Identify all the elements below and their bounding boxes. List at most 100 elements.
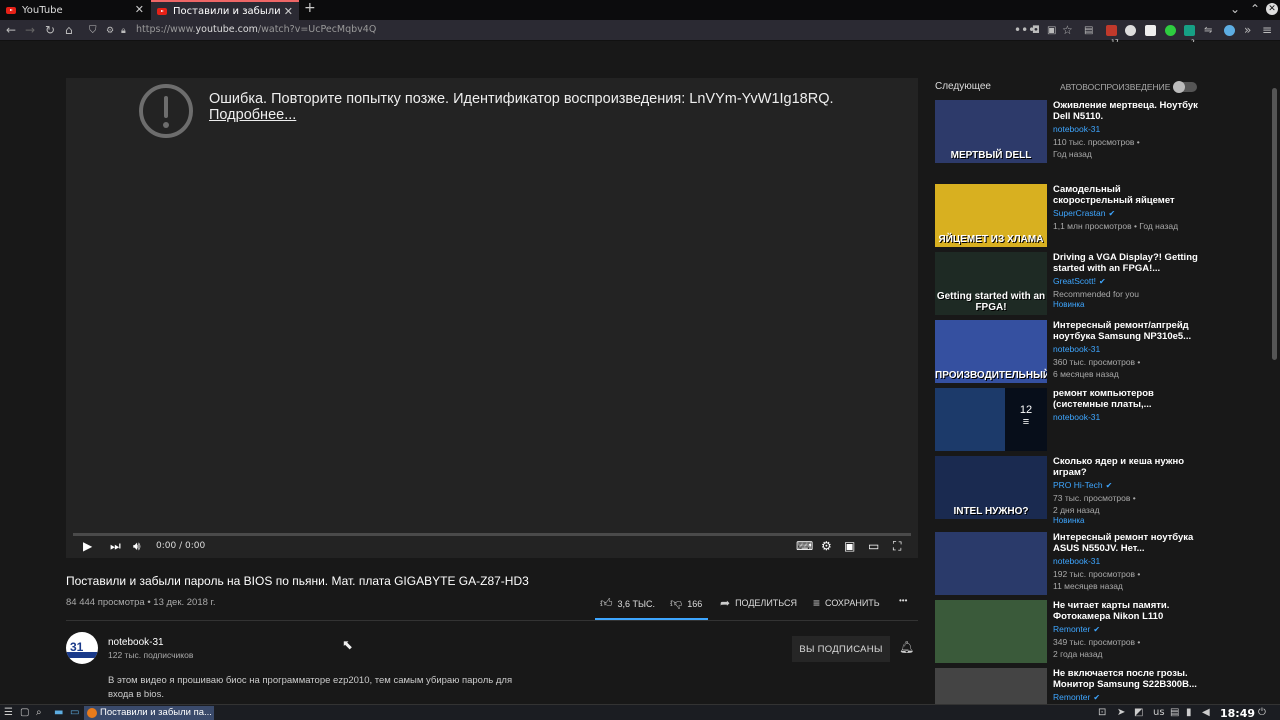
- bookmark-star-icon[interactable]: ☆: [1062, 23, 1073, 37]
- new-tab-button[interactable]: +: [304, 0, 316, 16]
- show-desktop-icon[interactable]: ▢: [20, 707, 29, 719]
- recommendation-channel[interactable]: GreatScott! ✔: [1053, 276, 1106, 286]
- recommendation-item[interactable]: ПРОИЗВОДИТЕЛЬНЫЙ Интересный ремонт/апгрей…: [935, 320, 1205, 384]
- learn-more-link[interactable]: Подробнее...: [209, 107, 834, 123]
- globe-extension-icon[interactable]: [1125, 25, 1136, 36]
- recommendation-title[interactable]: Интересный ремонт/апгрейд ноутбука Samsu…: [1053, 320, 1201, 342]
- miniplayer-icon[interactable]: ▣: [844, 538, 855, 554]
- taskbar-firefox-window[interactable]: Поставили и забыли па...: [84, 706, 214, 720]
- translate-extension-icon[interactable]: ⇋: [1204, 24, 1212, 38]
- tab-list-chevron-icon[interactable]: ⌄: [1230, 2, 1240, 16]
- like-button[interactable]: 👍︎ 3,6 ТЫС.: [600, 596, 655, 611]
- reader-view-icon[interactable]: ▣: [1047, 24, 1056, 38]
- video-thumbnail[interactable]: [935, 600, 1047, 663]
- forward-arrow-icon[interactable]: →: [25, 23, 35, 37]
- terminal-tray-icon[interactable]: ⊡: [1098, 707, 1106, 719]
- subtitles-icon[interactable]: ⌨: [796, 538, 813, 554]
- recommendation-item[interactable]: ЯЙЦЕМЕТ ИЗ ХЛАМА Самодельный скорострельн…: [935, 184, 1205, 248]
- scrollbar-thumb[interactable]: [1272, 88, 1277, 360]
- volume-icon[interactable]: 🔊︎: [133, 538, 141, 554]
- video-thumbnail[interactable]: [935, 668, 1047, 704]
- play-icon[interactable]: ▶: [83, 538, 92, 554]
- overflow-chevron-icon[interactable]: »: [1244, 23, 1251, 37]
- recommendation-item[interactable]: Не включается после грозы. Монитор Samsu…: [935, 668, 1205, 704]
- page-scrollbar[interactable]: [1270, 84, 1280, 704]
- fullscreen-icon[interactable]: ⛶: [893, 538, 901, 554]
- video-player[interactable]: Ошибка. Повторите попытку позже. Идентиф…: [66, 78, 918, 558]
- recommendation-title[interactable]: Driving a VGA Display?! Getting started …: [1053, 252, 1201, 274]
- recommendation-title[interactable]: Сколько ядер и кеша нужно играм?: [1053, 456, 1201, 478]
- minimize-window-icon[interactable]: ⌃: [1250, 2, 1260, 16]
- recommendation-item[interactable]: Интересный ремонт ноутбука ASUS N550JV. …: [935, 532, 1205, 596]
- clipboard-tray-icon[interactable]: ▤: [1170, 707, 1179, 719]
- search-icon[interactable]: ⌕: [36, 707, 42, 719]
- channel-avatar[interactable]: 31: [66, 632, 98, 664]
- recommendation-title[interactable]: ремонт компьютеров (системные платы,...: [1053, 388, 1201, 410]
- more-actions-button[interactable]: •••: [899, 596, 907, 605]
- s-extension-icon[interactable]: [1184, 25, 1195, 36]
- video-thumbnail[interactable]: [935, 532, 1047, 595]
- recommendation-item[interactable]: 12 ≡ ремонт компьютеров (системные платы,.…: [935, 388, 1205, 452]
- library-icon[interactable]: ▤: [1084, 24, 1093, 38]
- share-button[interactable]: ➦ ПОДЕЛИТЬСЯ: [720, 596, 797, 610]
- back-arrow-icon[interactable]: ←: [6, 23, 16, 37]
- close-window-icon[interactable]: ✕: [1266, 3, 1278, 15]
- recommendation-title[interactable]: Самодельный скорострельный яйцемет: [1053, 184, 1201, 206]
- dislike-button[interactable]: 👎︎ 166: [670, 596, 702, 611]
- tab-youtube[interactable]: YouTube ✕: [0, 0, 150, 20]
- permissions-icon[interactable]: ⚙: [106, 24, 114, 38]
- app-menu-icon[interactable]: ☰: [4, 707, 13, 719]
- recommendation-title[interactable]: Интересный ремонт ноутбука ASUS N550JV. …: [1053, 532, 1201, 554]
- lock-icon[interactable]: 🔒︎: [121, 24, 126, 38]
- recommendation-item[interactable]: Не читает карты памяти. Фотокамера Nikon…: [935, 600, 1205, 664]
- square-extension-icon[interactable]: [1145, 25, 1156, 36]
- home-icon[interactable]: ⌂: [65, 23, 73, 37]
- close-tab-icon[interactable]: ✕: [284, 5, 293, 18]
- progress-bar[interactable]: [73, 533, 911, 536]
- recommendation-channel[interactable]: Remonter ✔: [1053, 624, 1100, 634]
- save-button[interactable]: ≡ СОХРАНИТЬ: [813, 596, 880, 610]
- recommendation-channel[interactable]: Remonter ✔: [1053, 692, 1100, 702]
- channel-name[interactable]: notebook-31: [108, 637, 164, 648]
- power-icon[interactable]: ⏻: [1258, 707, 1266, 719]
- recommendation-title[interactable]: Не читает карты памяти. Фотокамера Nikon…: [1053, 600, 1201, 622]
- tab-current-video[interactable]: Поставили и забыли пар ✕: [151, 0, 299, 20]
- terminal-icon[interactable]: ▭: [70, 707, 79, 719]
- video-thumbnail[interactable]: Getting started with an FPGA!: [935, 252, 1047, 315]
- recommendation-item[interactable]: INTEL НУЖНО? Сколько ядер и кеша нужно иг…: [935, 456, 1205, 525]
- recommendation-channel[interactable]: notebook-31: [1053, 344, 1100, 354]
- shield-icon[interactable]: ⛉: [89, 24, 97, 38]
- recommendation-channel[interactable]: PRO Hi-Tech ✔: [1053, 480, 1112, 490]
- subscribed-button[interactable]: ВЫ ПОДПИСАНЫ: [792, 636, 890, 662]
- sound-tray-icon[interactable]: ◀: [1202, 707, 1210, 719]
- telegram-tray-icon[interactable]: ➤: [1117, 707, 1125, 719]
- network-tray-icon[interactable]: ◩: [1134, 707, 1143, 719]
- recommendation-title[interactable]: Не включается после грозы. Монитор Samsu…: [1053, 668, 1201, 690]
- recommendation-channel[interactable]: SuperCrastan ✔: [1053, 208, 1115, 218]
- video-thumbnail[interactable]: 12 ≡: [935, 388, 1047, 451]
- keyboard-layout[interactable]: us: [1153, 707, 1165, 719]
- video-thumbnail[interactable]: ПРОИЗВОДИТЕЛЬНЫЙ: [935, 320, 1047, 383]
- pocket-icon[interactable]: ◘: [1032, 24, 1040, 38]
- battery-tray-icon[interactable]: ▮: [1186, 707, 1192, 719]
- video-thumbnail[interactable]: ЯЙЦЕМЕТ ИЗ ХЛАМА: [935, 184, 1047, 247]
- recommendation-channel[interactable]: notebook-31: [1053, 124, 1100, 134]
- video-thumbnail[interactable]: INTEL НУЖНО?: [935, 456, 1047, 519]
- hamburger-menu-icon[interactable]: ≡: [1262, 23, 1272, 37]
- close-tab-icon[interactable]: ✕: [135, 3, 144, 16]
- recommendation-title[interactable]: Оживление мертвеца. Ноутбук Dell N5110.: [1053, 100, 1201, 122]
- video-thumbnail[interactable]: МЕРТВЫЙ DELL: [935, 100, 1047, 163]
- recommendation-channel[interactable]: notebook-31: [1053, 412, 1100, 422]
- autoplay-toggle[interactable]: [1173, 81, 1197, 93]
- sync-extension-icon[interactable]: [1224, 25, 1235, 36]
- settings-gear-icon[interactable]: ⚙: [821, 538, 832, 554]
- recommendation-item[interactable]: МЕРТВЫЙ DELL Оживление мертвеца. Ноутбук …: [935, 100, 1205, 164]
- recommendation-channel[interactable]: notebook-31: [1053, 556, 1100, 566]
- green-extension-icon[interactable]: [1165, 25, 1176, 36]
- reload-icon[interactable]: ↻: [45, 23, 55, 37]
- recommendation-item[interactable]: Getting started with an FPGA! Driving a V…: [935, 252, 1205, 316]
- theater-mode-icon[interactable]: ▭: [868, 538, 879, 554]
- ublock-extension-icon[interactable]: [1106, 25, 1117, 36]
- notification-bell-icon[interactable]: 🔔︎: [899, 640, 914, 654]
- address-bar[interactable]: https://www.youtube.com/watch?v=UcPecMqb…: [136, 24, 376, 35]
